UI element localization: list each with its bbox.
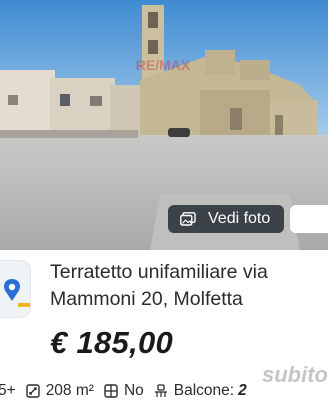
next-action-button[interactable] xyxy=(290,205,328,233)
area-feature: 208 m² xyxy=(25,382,94,400)
balcony-label: Balcone: xyxy=(173,382,235,399)
balcony-feature: Balcone: 2 xyxy=(153,382,247,400)
balcony-icon xyxy=(153,383,169,399)
subito-watermark-text: subito xyxy=(262,362,328,387)
photo-icon xyxy=(178,211,198,227)
balcony-value: 2 xyxy=(238,382,247,399)
view-photos-button[interactable]: Vedi foto xyxy=(168,205,284,233)
view-photos-label: Vedi foto xyxy=(208,210,271,227)
listing-title-line-2: Mammoni 20, Molfetta xyxy=(50,288,243,310)
area-value: 208 m² xyxy=(45,382,94,399)
listing-price: € 185,00 xyxy=(50,325,174,360)
features-row: 5+ 208 m² No Balcone: 2 xyxy=(0,380,256,402)
door-icon xyxy=(103,383,119,399)
listing-title-line-1: Terratetto unifamiliare via xyxy=(50,261,268,283)
garden-value: No xyxy=(123,382,144,399)
rooms-feature: 5+ xyxy=(0,382,16,400)
rooms-value: 5+ xyxy=(0,382,16,399)
listing-title[interactable]: Terratetto unifamiliare via Mammoni 20, … xyxy=(50,259,328,313)
garden-feature: No xyxy=(103,382,144,400)
area-icon xyxy=(25,383,41,399)
subito-watermark: subito xyxy=(262,362,328,388)
agency-logo[interactable] xyxy=(0,260,31,318)
photo-watermark: RE/MAX xyxy=(136,57,191,73)
map-pin-icon xyxy=(0,261,30,317)
